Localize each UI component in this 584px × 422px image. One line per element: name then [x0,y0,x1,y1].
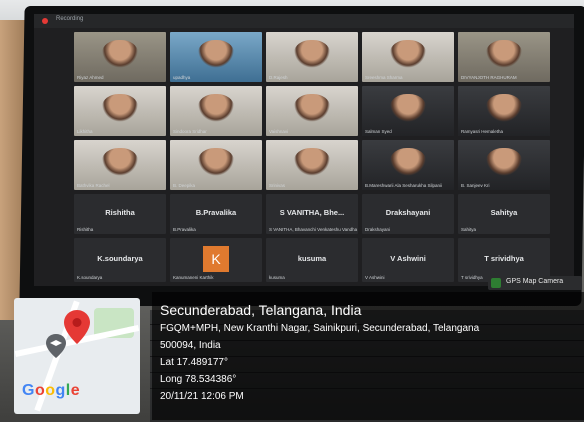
participant-name: Likhitha [77,129,93,134]
participant-name: K.soundarya [77,275,103,280]
graduation-pin-icon [46,334,66,358]
participant-tile: Salman Syed [362,86,454,136]
participant-display-name: Rishitha [105,208,135,218]
participant-name: D.Rajesh [269,75,288,80]
participant-display-name: S VANITHA, Bhe... [279,208,345,218]
participant-name: Sindoora Sridhar [173,129,207,134]
participant-name: B. Deepika [173,183,196,188]
participant-face [197,40,235,68]
participant-face [485,94,523,122]
participant-tile: upadhya [170,32,262,82]
participant-face [485,148,523,176]
participant-tile: Likhitha [74,86,166,136]
datetime: 20/11/21 12:06 PM [160,391,244,402]
participant-name: B.Mareshwarii Ala Sesharukha Silpanii [365,183,443,188]
participant-name: Sreeshma Sharma [365,75,403,80]
laptop-screen: Recording Riyaz Ahmed upadhya D.Rajesh Sree… [34,14,574,286]
participant-name: Rishitha [77,227,94,232]
participant-name: B. Sanjeev Kri [461,183,490,188]
participant-tile: V Ashwini V Ashwini [362,238,454,282]
address-line-2: 500094, India [160,340,221,351]
participant-tile: B.Pravalika B.Pravalika [170,194,262,234]
participant-tile: Drakshayani Drakshayani [362,194,454,234]
participant-tile: S VANITHA, Bhe... S VANITHA, Bhavanchi Ve… [266,194,358,234]
participant-name: Srinivas [269,183,286,188]
participant-tile: B. Sanjeev Kri [458,140,550,190]
participant-face [389,94,427,122]
participant-tile: kusuma kusuma [266,238,358,282]
participant-face [293,148,331,176]
participant-tile: Rishitha Rishitha [74,194,166,234]
participant-display-name: V Ashwini [390,253,426,263]
participant-name: Sahitya [461,227,477,232]
participant-face [485,40,523,68]
participant-display-name: Sahitya [490,208,518,218]
participant-tile: Srinivas [266,140,358,190]
location-title: Secunderabad, Telangana, India [160,302,362,318]
participant-name: T srividhya [461,275,483,280]
participant-display-name: Drakshayani [385,208,431,218]
participant-face [101,94,139,122]
participant-name: V Ashwini [365,275,385,280]
participant-face [389,40,427,68]
participant-name: Vaishnavi [269,129,289,134]
participant-name: Riyaz Ahmed [77,75,104,80]
participant-tile: Riyaz Ahmed [74,32,166,82]
participant-name: upadhya [173,75,191,80]
participant-tile: Vaishnavi [266,86,358,136]
participant-tile: Sindoora Sridhar [170,86,262,136]
gps-map-camera-badge: GPS Map Camera [488,276,582,290]
participant-name: Bathvika Rachel [77,183,110,188]
participant-tile: Sreeshma Sharma [362,32,454,82]
latitude: Lat 17.489177° [160,357,228,368]
longitude: Long 78.534386° [160,374,237,385]
participant-name: Salman Syed [365,129,392,134]
participant-tile: D.Rajesh [266,32,358,82]
participant-tile: B.Mareshwarii Ala Sesharukha Silpanii [362,140,454,190]
map-thumbnail: Google [14,298,140,414]
participant-face [197,148,235,176]
participant-display-name: K.soundarya [97,253,143,263]
top-bar-text: Recording [56,16,84,22]
participant-face [293,40,331,68]
participant-name: Ramyasri Hemaletha [461,129,504,134]
participant-name: S VANITHA, Bhavanchi Venkateshu Vandha [269,227,358,232]
participant-name: DIVYANJOTH RAGHURAM [461,75,517,80]
participant-tile: Ramyasri Hemaletha [458,86,550,136]
participant-name: Kanumaneni Karthik [173,275,214,280]
participant-face [101,40,139,68]
participant-display-name: T srividhya [484,253,524,263]
location-pin-icon [64,310,90,344]
google-logo: Google [22,382,81,399]
location-overlay: Secunderabad, Telangana, India FGQM+MPH,… [152,292,584,420]
gps-camera-icon [491,278,501,288]
participant-name: B.Pravalika [173,227,196,232]
participant-face [101,148,139,176]
participant-name: kusuma [269,275,285,280]
participant-display-name: kusuma [297,253,327,263]
address-line-1: FGQM+MPH, New Kranthi Nagar, Sainikpuri,… [160,323,480,334]
participant-tile: K.soundarya K.soundarya [74,238,166,282]
participant-tile: K Kanumaneni Karthik [170,238,262,282]
participant-tile: B. Deepika [170,140,262,190]
participant-display-name: B.Pravalika [195,208,237,218]
participant-face [293,94,331,122]
gps-badge-label: GPS Map Camera [506,278,564,285]
participant-tile: Bathvika Rachel [74,140,166,190]
avatar-letter: K [203,245,229,272]
participant-name: Drakshayani [365,227,391,232]
participant-tile: Sahitya Sahitya [458,194,550,234]
recording-icon [42,18,48,24]
participant-face [197,94,235,122]
participant-tile: DIVYANJOTH RAGHURAM [458,32,550,82]
participant-face [389,148,427,176]
meeting-top-bar: Recording [34,14,574,28]
